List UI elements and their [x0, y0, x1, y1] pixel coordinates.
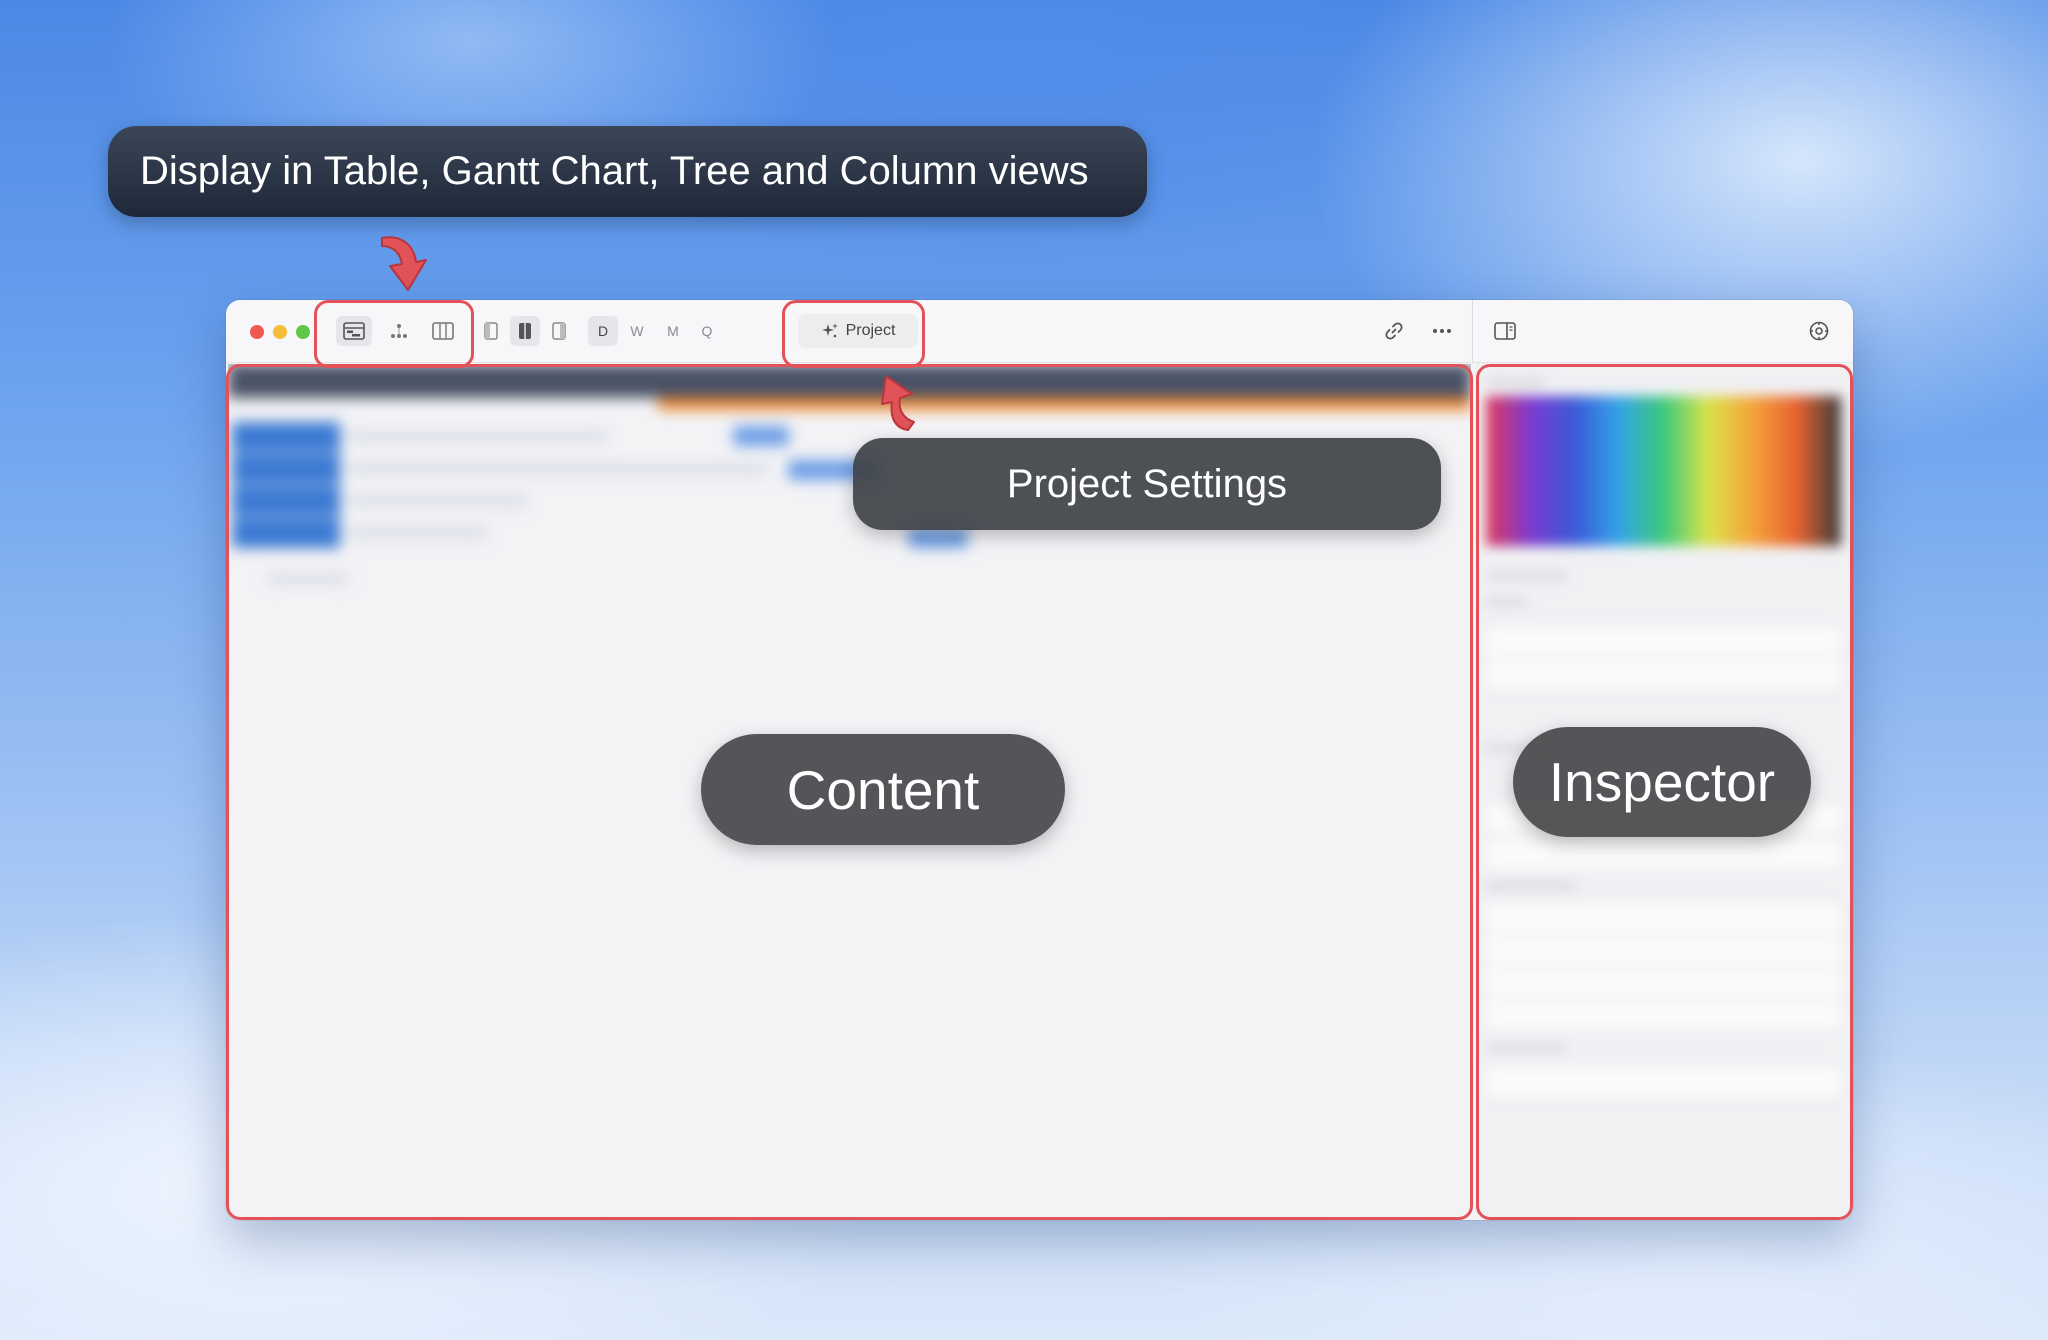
timescale-quarter-button[interactable]: Q — [692, 316, 722, 346]
table-gantt-icon — [343, 322, 365, 340]
inspector-callout: Inspector — [1513, 727, 1811, 837]
link-icon — [1385, 322, 1403, 340]
inspector-toolbar — [1472, 300, 1853, 363]
inspector-callout-text: Inspector — [1548, 751, 1776, 813]
close-window-button[interactable] — [250, 325, 264, 339]
content-callout: Content — [701, 734, 1065, 845]
zoom-window-button[interactable] — [296, 325, 310, 339]
inspector-settings-button[interactable] — [1803, 316, 1835, 346]
link-button[interactable] — [1378, 316, 1410, 346]
columns-icon — [432, 322, 454, 340]
tree-icon — [391, 324, 407, 338]
table-gantt-view-button[interactable] — [336, 316, 372, 346]
content-callout-text: Content — [786, 758, 980, 821]
main-toolbar: D W M Q Project — [226, 300, 1471, 363]
minimize-window-button[interactable] — [273, 325, 287, 339]
both-panes-icon — [519, 323, 531, 339]
gear-icon — [1809, 321, 1829, 341]
project-button-label: Project — [845, 322, 896, 339]
sparkle-icon — [821, 323, 838, 338]
ellipsis-icon — [1433, 329, 1451, 333]
timescale-day-button[interactable]: D — [588, 316, 618, 346]
right-pane-icon — [552, 322, 566, 340]
sidebar-toggle-icon — [1494, 322, 1516, 340]
more-button[interactable] — [1426, 316, 1458, 346]
left-pane-button[interactable] — [478, 316, 504, 346]
views-callout: Display in Table, Gantt Chart, Tree and … — [108, 126, 1147, 217]
timescale-week-button[interactable]: W — [622, 316, 652, 346]
curved-arrow-down-icon — [381, 236, 427, 291]
project-settings-callout: Project Settings — [853, 438, 1441, 530]
timescale-month-button[interactable]: M — [658, 316, 688, 346]
both-panes-button[interactable] — [510, 316, 540, 346]
left-pane-icon — [484, 322, 498, 340]
curved-arrow-up-icon — [881, 375, 915, 431]
project-settings-callout-text: Project Settings — [1006, 461, 1288, 506]
right-pane-button[interactable] — [546, 316, 572, 346]
views-callout-text: Display in Table, Gantt Chart, Tree and … — [140, 149, 1089, 193]
column-view-button[interactable] — [426, 316, 460, 346]
project-settings-button[interactable]: Project — [798, 314, 918, 348]
tree-view-button[interactable] — [382, 316, 416, 346]
toggle-inspector-button[interactable] — [1489, 316, 1521, 346]
